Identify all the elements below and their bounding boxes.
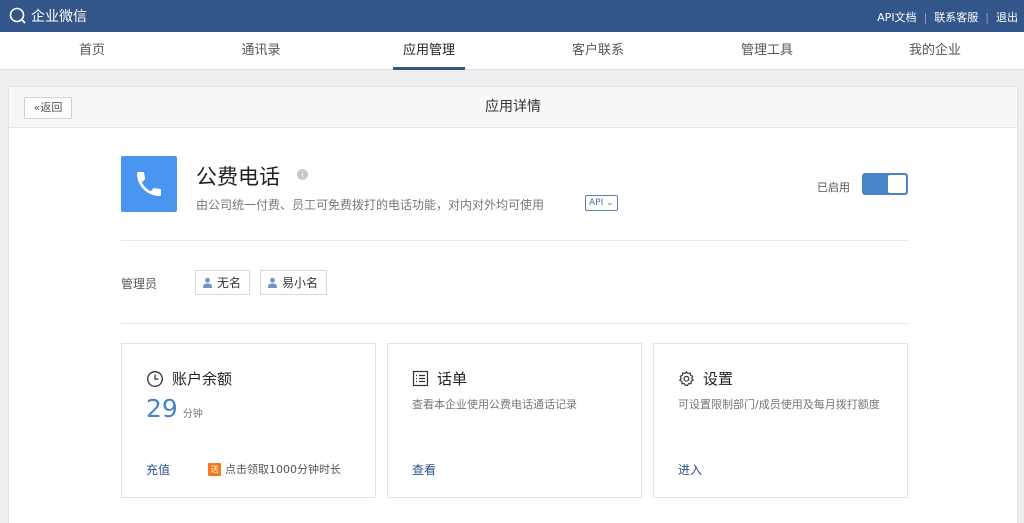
card-title: 账户余额 [146, 368, 232, 389]
card-title: 设置 [678, 368, 733, 389]
user-icon [267, 277, 278, 288]
logo[interactable]: 企业微信 [8, 6, 87, 26]
tab-my-company[interactable]: 我的企业 [850, 32, 1020, 70]
tab-admin-tools[interactable]: 管理工具 [682, 32, 852, 70]
list-icon [412, 370, 429, 387]
card-title: 话单 [412, 368, 467, 389]
user-icon [202, 277, 213, 288]
enable-toggle[interactable] [862, 173, 908, 195]
logout-link[interactable]: 退出 [996, 9, 1018, 25]
app-detail-panel: 应用详情 «返回 公费电话 i 由公司统一付费、员工可免费拨打的电话功能，对内对… [8, 86, 1018, 523]
tab-app-management[interactable]: 应用管理 [344, 32, 514, 70]
main-nav: 首页 通讯录 应用管理 客户联系 管理工具 我的企业 [0, 32, 1024, 70]
enter-settings-link[interactable]: 进入 [678, 461, 702, 478]
gift-badge-icon: 送 [208, 462, 221, 476]
settings-title: 设置 [703, 370, 734, 388]
records-title: 话单 [437, 370, 468, 388]
phone-icon [137, 172, 161, 196]
promo-link[interactable]: 送 点击领取1000分钟时长 [208, 461, 341, 477]
divider [121, 240, 908, 241]
sub-header: 应用详情 «返回 [9, 87, 1017, 128]
view-records-link[interactable]: 查看 [412, 461, 436, 478]
toggle-knob [888, 175, 906, 193]
balance-title: 账户余额 [172, 370, 233, 388]
api-dropdown[interactable]: API ⌄ [585, 195, 618, 211]
tab-contacts[interactable]: 通讯录 [176, 32, 346, 70]
info-icon[interactable]: i [297, 169, 308, 180]
separator: | [923, 10, 928, 24]
tab-customer-contact[interactable]: 客户联系 [513, 32, 683, 70]
admin-name: 无名 [217, 276, 242, 290]
admin-name: 易小名 [282, 276, 319, 290]
app-description: 由公司统一付费、员工可免费拨打的电话功能，对内对外均可使用 [196, 198, 545, 212]
top-links: API文档 | 联系客服 | 退出 [877, 9, 1018, 25]
logo-text: 企业微信 [31, 9, 87, 25]
page-title: 应用详情 [485, 99, 541, 115]
tab-home[interactable]: 首页 [7, 32, 177, 70]
admin-label: 管理员 [121, 277, 158, 291]
contact-support-link[interactable]: 联系客服 [934, 9, 978, 25]
separator: | [985, 10, 989, 24]
balance-card: 账户余额 29 分钟 充值 送 点击领取1000分钟时长 [121, 343, 376, 498]
call-records-card[interactable]: 话单 查看本企业使用公费电话通话记录 查看 [387, 343, 642, 498]
records-description: 查看本企业使用公费电话通话记录 [412, 398, 577, 411]
balance-amount: 29 [146, 394, 178, 423]
balance-value: 29 分钟 [146, 394, 203, 423]
status-label: 已启用 [817, 181, 850, 194]
app-name: 公费电话 [196, 165, 280, 189]
admin-chip[interactable]: 无名 [195, 270, 251, 295]
back-button[interactable]: «返回 [24, 97, 72, 119]
gear-icon [678, 370, 695, 387]
admin-chip[interactable]: 易小名 [260, 270, 328, 295]
clock-icon [147, 370, 163, 387]
settings-card[interactable]: 设置 可设置限制部门/成员使用及每月拨打额度 进入 [653, 343, 908, 498]
wecom-logo-icon [9, 7, 26, 24]
promo-text: 点击领取1000分钟时长 [225, 463, 341, 476]
divider [121, 323, 908, 324]
settings-description: 可设置限制部门/成员使用及每月拨打额度 [678, 398, 880, 411]
balance-unit: 分钟 [182, 409, 203, 420]
top-bar: 企业微信 API文档 | 联系客服 | 退出 [0, 0, 1024, 32]
api-docs-link[interactable]: API文档 [877, 9, 916, 25]
recharge-link[interactable]: 充值 [146, 461, 170, 478]
phone-app-icon [121, 156, 177, 212]
